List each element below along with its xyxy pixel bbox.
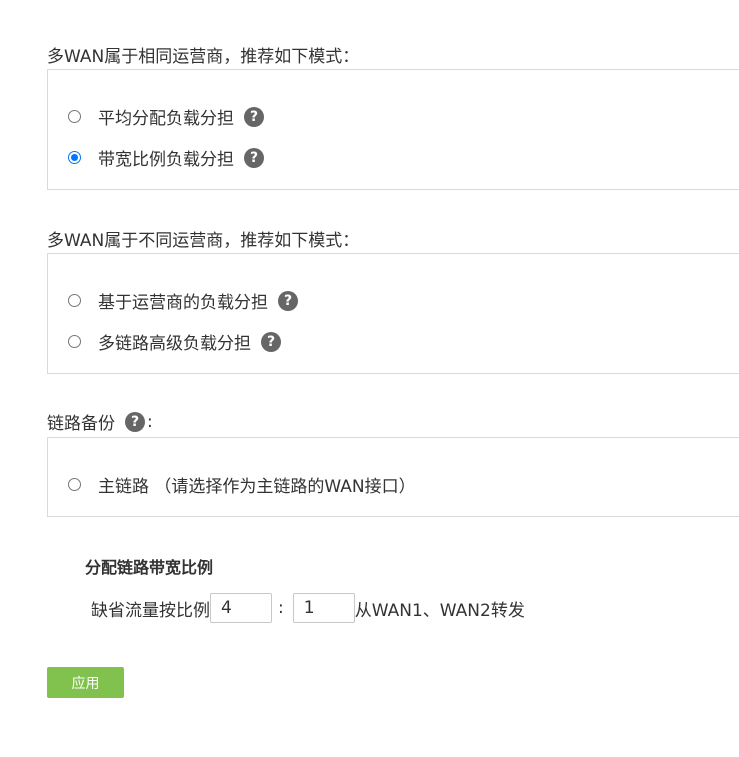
option-bandwidth-ratio-label: 带宽比例负载分担 (98, 150, 234, 170)
radio-primary-link[interactable] (68, 478, 81, 491)
radio-bandwidth-ratio[interactable] (68, 151, 81, 164)
help-icon[interactable]: ? (125, 411, 145, 432)
ratio-title: 分配链路带宽比例 (85, 558, 214, 577)
option-average-load-label: 平均分配负载分担 (98, 109, 234, 129)
ratio-wan2-input[interactable] (292, 593, 355, 623)
option-primary-link-label: 主链路 （请选择作为主链路的WAN接口） (98, 477, 416, 497)
option-isp-based-load-label: 基于运营商的负载分担 (98, 293, 268, 313)
radio-average-load[interactable] (68, 110, 81, 123)
ratio-row: 缺省流量按比例 : 从WAN1、WAN2转发 (91, 592, 525, 624)
option-primary-link[interactable]: 主链路 （请选择作为主链路的WAN接口） (68, 472, 416, 497)
help-icon[interactable]: ? (261, 331, 281, 352)
option-advanced-multilink[interactable]: 多链路高级负载分担 ? (68, 329, 281, 354)
same-isp-title: 多WAN属于相同运营商，推荐如下模式： (47, 47, 360, 67)
diff-isp-title: 多WAN属于不同运营商，推荐如下模式： (47, 231, 360, 251)
backup-title-label: 链路备份 (47, 414, 115, 434)
option-isp-based-load[interactable]: 基于运营商的负载分担 ? (68, 288, 298, 313)
same-isp-box: 平均分配负载分担 ? 带宽比例负载分担 ? (47, 69, 739, 190)
backup-title-colon: : (147, 411, 153, 432)
help-icon[interactable]: ? (244, 147, 264, 168)
option-average-load[interactable]: 平均分配负载分担 ? (68, 104, 264, 129)
radio-advanced-multilink[interactable] (68, 335, 81, 348)
help-icon[interactable]: ? (244, 106, 264, 127)
help-icon[interactable]: ? (278, 290, 298, 311)
radio-isp-based-load[interactable] (68, 294, 81, 307)
backup-box: 主链路 （请选择作为主链路的WAN接口） (47, 437, 739, 517)
diff-isp-box: 基于运营商的负载分担 ? 多链路高级负载分担 ? (47, 253, 739, 374)
page: 多WAN属于相同运营商，推荐如下模式： 平均分配负载分担 ? 带宽比例负载分担 … (0, 0, 739, 757)
ratio-separator: : (278, 598, 284, 618)
apply-button[interactable]: 应用 (47, 667, 124, 698)
ratio-suffix: 从WAN1、WAN2转发 (354, 600, 525, 621)
ratio-label: 缺省流量按比例 (91, 600, 210, 621)
backup-title: 链路备份 ? : (47, 409, 153, 434)
ratio-wan1-input[interactable] (210, 593, 272, 623)
option-advanced-multilink-label: 多链路高级负载分担 (98, 334, 251, 354)
option-bandwidth-ratio[interactable]: 带宽比例负载分担 ? (68, 145, 264, 170)
